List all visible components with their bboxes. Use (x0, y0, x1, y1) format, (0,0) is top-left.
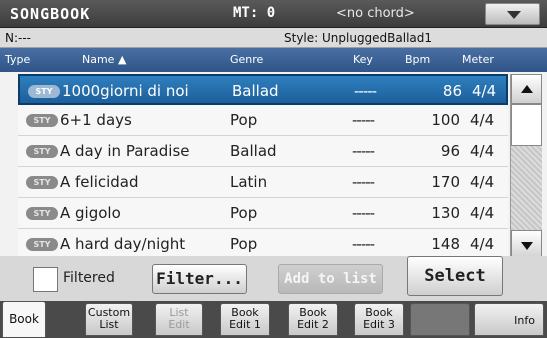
filter-button[interactable]: Filter... (152, 264, 247, 294)
song-key: ----- (352, 204, 375, 222)
list-item[interactable]: STY A felicidad Latin ----- 170 4/4 (18, 167, 508, 198)
arrow-up-icon (521, 85, 533, 93)
song-bpm: 86 (442, 82, 462, 100)
list-item[interactable]: STY A gigolo Pop ----- 130 4/4 (18, 198, 508, 229)
add-to-list-button[interactable]: Add to list (278, 264, 383, 294)
style-badge: STY (26, 176, 58, 189)
info-line: N:--- Style: UnpluggedBallad1 (0, 28, 547, 48)
tab-bar: Book Custom List List Edit Book Edit 1 B… (0, 301, 547, 338)
song-genre: Ballad (232, 82, 279, 100)
page-menu-button[interactable] (485, 3, 540, 25)
style-badge: STY (28, 85, 60, 98)
song-key: ----- (352, 173, 375, 191)
select-button[interactable]: Select (407, 256, 503, 296)
list-header: Type Name ▲ Genre Key Bpm Meter (0, 48, 547, 72)
chevron-down-icon (507, 11, 521, 19)
column-type[interactable]: Type (5, 53, 30, 66)
song-key: ----- (352, 111, 375, 129)
song-meter: 4/4 (470, 111, 495, 129)
column-genre[interactable]: Genre (230, 53, 263, 66)
arrow-down-icon (521, 242, 533, 250)
tab-label: List (99, 318, 119, 331)
mt-indicator: MT: 0 (233, 5, 276, 21)
style-badge: STY (26, 145, 58, 158)
list-item[interactable]: STY 1000giorni di noi Ballad ----- 86 4/… (18, 74, 508, 105)
app-title: SONGBOOK (10, 5, 91, 23)
song-key: ----- (354, 82, 377, 100)
list-rows: STY 1000giorni di noi Ballad ----- 86 4/… (18, 74, 508, 260)
tab-custom-list[interactable]: Custom List (85, 303, 133, 336)
tab-label: Edit 3 (363, 318, 395, 331)
column-name[interactable]: Name ▲ (82, 53, 126, 66)
tab-label: Edit 2 (297, 318, 329, 331)
song-bpm: 96 (440, 142, 460, 160)
song-genre: Pop (230, 111, 258, 129)
tab-empty (410, 303, 470, 336)
song-genre: Pop (230, 235, 258, 253)
tab-label: Info (514, 314, 535, 327)
song-bpm: 170 (431, 173, 460, 191)
tab-label: Book (9, 312, 39, 326)
style-badge: STY (26, 114, 58, 127)
song-genre: Pop (230, 204, 258, 222)
tab-info[interactable]: Info (474, 303, 544, 336)
scroll-thumb[interactable] (511, 104, 542, 146)
list-item[interactable]: STY A day in Paradise Ballad ----- 96 4/… (18, 136, 508, 167)
song-genre: Ballad (230, 142, 277, 160)
tab-book[interactable]: Book (2, 301, 46, 337)
song-bpm: 130 (431, 204, 460, 222)
tab-book-edit-2[interactable]: Book Edit 2 (288, 303, 338, 336)
column-key[interactable]: Key (353, 53, 373, 66)
column-bpm[interactable]: Bpm (405, 53, 430, 66)
filtered-checkbox[interactable] (33, 267, 58, 292)
filtered-label: Filtered (63, 270, 115, 286)
tab-label: Edit (168, 318, 190, 331)
scroll-up-button[interactable] (511, 74, 542, 104)
song-meter: 4/4 (472, 82, 497, 100)
list-scrollbar[interactable] (510, 74, 542, 260)
tab-list-edit[interactable]: List Edit (155, 303, 203, 336)
song-bpm: 100 (431, 111, 460, 129)
style-name: Style: UnpluggedBallad1 (284, 31, 433, 45)
title-bar: SONGBOOK MT: 0 <no chord> (0, 0, 547, 28)
tab-book-edit-1[interactable]: Book Edit 1 (220, 303, 270, 336)
song-name: A gigolo (60, 204, 121, 222)
bottom-controls: Filtered Filter... Add to list Select (0, 256, 547, 302)
song-meter: 4/4 (470, 173, 495, 191)
song-name: 1000giorni di noi (62, 82, 189, 100)
style-badge: STY (26, 238, 58, 251)
song-meter: 4/4 (470, 204, 495, 222)
style-badge: STY (26, 207, 58, 220)
tab-label: Edit 1 (229, 318, 261, 331)
song-meter: 4/4 (470, 142, 495, 160)
song-key: ----- (352, 235, 375, 253)
song-meter: 4/4 (470, 235, 495, 253)
tab-book-edit-3[interactable]: Book Edit 3 (354, 303, 404, 336)
song-bpm: 148 (431, 235, 460, 253)
column-meter[interactable]: Meter (462, 53, 494, 66)
list-item[interactable]: STY 6+1 days Pop ----- 100 4/4 (18, 105, 508, 136)
song-name: 6+1 days (60, 111, 132, 129)
song-key: ----- (352, 142, 375, 160)
song-name: A felicidad (60, 173, 139, 191)
song-number: N:--- (5, 31, 32, 45)
song-genre: Latin (230, 173, 268, 191)
chord-display: <no chord> (336, 6, 415, 21)
song-list: Type Name ▲ Genre Key Bpm Meter STY 1000… (0, 48, 547, 260)
song-name: A day in Paradise (60, 142, 190, 160)
song-name: A hard day/night (60, 235, 186, 253)
